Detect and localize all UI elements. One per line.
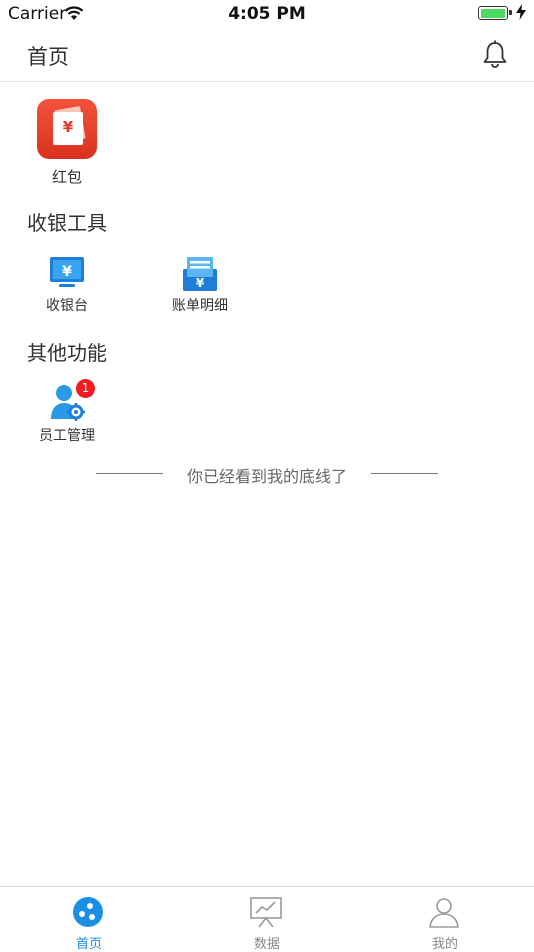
- svg-text:¥: ¥: [62, 264, 72, 280]
- end-of-list-indicator: 你已经看到我的底线了: [0, 463, 534, 486]
- charging-icon: [516, 4, 526, 20]
- end-of-list-text: 你已经看到我的底线了: [186, 467, 347, 486]
- tab-home[interactable]: 首页: [0, 887, 178, 952]
- staff-management-label: 员工管理: [39, 428, 95, 444]
- tab-bar: 首页 数据 我的: [0, 886, 534, 952]
- section-title-other-functions: 其他功能: [27, 341, 107, 365]
- bell-icon[interactable]: [482, 40, 508, 68]
- tab-mine-label: 我的: [431, 937, 458, 952]
- bill-detail-entry[interactable]: ¥ 账单明细: [140, 255, 260, 315]
- bill-detail-icon: ¥: [183, 257, 217, 291]
- navigation-bar: 首页: [0, 28, 534, 82]
- staff-management-entry[interactable]: 1 员工管理: [7, 379, 127, 445]
- page-title: 首页: [27, 45, 69, 69]
- divider-right: [371, 473, 438, 474]
- clock: 4:05 PM: [228, 4, 306, 24]
- hongbao-entry[interactable]: ¥ 红包: [7, 99, 127, 187]
- cashier-label: 收银台: [46, 298, 88, 314]
- tab-home-label: 首页: [75, 937, 102, 952]
- chart-board-icon: [250, 897, 282, 928]
- home-icon: [73, 897, 103, 927]
- battery-icon: [478, 6, 512, 20]
- tab-mine[interactable]: 我的: [356, 887, 534, 952]
- status-bar: Carrier 4:05 PM: [0, 0, 534, 28]
- section-title-cashier-tools: 收银工具: [27, 211, 107, 235]
- tab-data-label: 数据: [253, 937, 280, 952]
- hongbao-label: 红包: [51, 168, 82, 186]
- cashier-entry[interactable]: ¥ 收银台: [7, 255, 127, 315]
- user-icon: [429, 898, 459, 928]
- tab-data[interactable]: 数据: [178, 887, 356, 952]
- cashier-monitor-icon: ¥: [50, 257, 84, 287]
- svg-text:¥: ¥: [196, 276, 205, 290]
- notification-badge: 1: [76, 379, 95, 398]
- red-envelope-icon: ¥: [37, 99, 97, 159]
- bill-detail-label: 账单明细: [172, 298, 228, 314]
